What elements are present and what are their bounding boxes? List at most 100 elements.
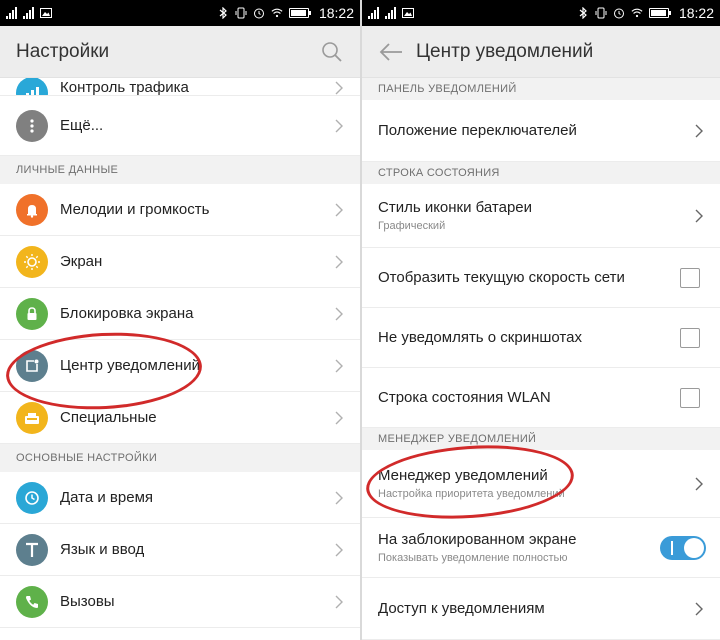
section-header-status-bar: СТРОКА СОСТОЯНИЯ bbox=[362, 162, 720, 184]
list-item-network-speed[interactable]: Отобразить текущую скорость сети bbox=[362, 248, 720, 308]
image-icon bbox=[402, 8, 414, 18]
page-title: Настройки bbox=[16, 40, 110, 62]
battery-icon bbox=[288, 8, 311, 18]
vibrate-icon bbox=[595, 7, 607, 19]
list-item-label: Положение переключателей bbox=[378, 122, 577, 139]
section-header-personal: ЛИЧНЫЕ ДАННЫЕ bbox=[0, 156, 360, 184]
image-icon bbox=[40, 8, 52, 18]
settings-list: Контроль трафика Ещё... ЛИЧНЫЕ ДАННЫЕ Ме… bbox=[0, 78, 360, 628]
list-item-label: Доступ к уведомлениям bbox=[378, 600, 545, 617]
search-icon[interactable] bbox=[320, 40, 344, 64]
list-item-label: Мелодии и громкость bbox=[60, 201, 210, 218]
special-icon bbox=[16, 401, 48, 434]
battery-icon bbox=[648, 8, 671, 18]
chevron-right-icon bbox=[335, 307, 343, 320]
language-icon bbox=[16, 533, 48, 566]
list-item-notification-access[interactable]: Доступ к уведомлениям bbox=[362, 578, 720, 640]
list-item-sublabel: Графический bbox=[378, 220, 446, 232]
chevron-right-icon bbox=[335, 543, 343, 556]
list-item-label: Не уведомлять о скриншотах bbox=[378, 329, 582, 346]
list-item-label: Блокировка экрана bbox=[60, 305, 194, 322]
chevron-right-icon bbox=[695, 602, 703, 615]
notification-icon bbox=[16, 349, 48, 382]
list-item-label: Экран bbox=[60, 253, 103, 270]
app-bar: Настройки bbox=[0, 26, 360, 78]
list-item-label: Дата и время bbox=[60, 489, 154, 506]
list-item-label: Строка состояния WLAN bbox=[378, 389, 551, 406]
clock-time: 18:22 bbox=[678, 5, 714, 21]
list-item-label: Менеджер уведомлений bbox=[378, 467, 548, 484]
notification-center-screen: 18:22 Центр уведомлений ПАНЕЛЬ УВЕДОМЛЕН… bbox=[362, 0, 720, 640]
traffic-icon bbox=[16, 78, 48, 95]
list-item-more[interactable]: Ещё... bbox=[0, 96, 360, 156]
section-header-notification-manager: МЕНЕДЖЕР УВЕДОМЛЕНИЙ bbox=[362, 428, 720, 450]
list-item-toggle-position[interactable]: Положение переключателей bbox=[362, 100, 720, 162]
chevron-right-icon bbox=[695, 209, 703, 222]
lock-screen-toggle[interactable] bbox=[660, 535, 706, 560]
chevron-right-icon bbox=[335, 491, 343, 504]
list-item-display[interactable]: Экран bbox=[0, 236, 360, 288]
list-item-sublabel: Показывать уведомление полностью bbox=[378, 552, 568, 564]
chevron-right-icon bbox=[695, 477, 703, 490]
chevron-right-icon bbox=[335, 359, 343, 372]
signal-icon bbox=[385, 7, 396, 19]
chevron-right-icon bbox=[335, 411, 343, 424]
notification-settings-list: ПАНЕЛЬ УВЕДОМЛЕНИЙ Положение переключате… bbox=[362, 78, 720, 640]
list-item-label: Отобразить текущую скорость сети bbox=[378, 269, 625, 286]
list-item-lock-screen[interactable]: Блокировка экрана bbox=[0, 288, 360, 340]
phone-icon bbox=[16, 585, 48, 618]
wifi-icon bbox=[271, 8, 283, 18]
clock-icon bbox=[16, 481, 48, 514]
signal-icon bbox=[368, 7, 379, 19]
list-item-notification-center[interactable]: Центр уведомлений bbox=[0, 340, 360, 392]
chevron-right-icon bbox=[335, 119, 343, 132]
list-item-battery-style[interactable]: Стиль иконки батареи Графический bbox=[362, 184, 720, 248]
list-item-sounds[interactable]: Мелодии и громкость bbox=[0, 184, 360, 236]
vibrate-icon bbox=[235, 7, 247, 19]
list-item-special[interactable]: Специальные bbox=[0, 392, 360, 444]
list-item-calls[interactable]: Вызовы bbox=[0, 576, 360, 628]
more-icon bbox=[16, 109, 48, 142]
list-item-date-time[interactable]: Дата и время bbox=[0, 472, 360, 524]
page-title: Центр уведомлений bbox=[416, 40, 594, 62]
settings-screen: 18:22 Настройки Контроль трафика Ещё... … bbox=[0, 0, 360, 640]
chevron-right-icon bbox=[695, 124, 703, 137]
chevron-right-icon bbox=[335, 203, 343, 216]
list-item-notification-manager[interactable]: Менеджер уведомлений Настройка приоритет… bbox=[362, 450, 720, 518]
list-item-sublabel: Настройка приоритета уведомлений bbox=[378, 488, 565, 500]
bluetooth-icon bbox=[579, 7, 587, 19]
status-bar: 18:22 bbox=[362, 0, 720, 26]
list-item-traffic-control[interactable]: Контроль трафика bbox=[0, 78, 360, 96]
list-item-label: Вызовы bbox=[60, 593, 115, 610]
bell-icon bbox=[16, 193, 48, 226]
list-item-lock-screen-notifications[interactable]: На заблокированном экране Показывать уве… bbox=[362, 518, 720, 578]
list-item-screenshots[interactable]: Не уведомлять о скриншотах bbox=[362, 308, 720, 368]
list-item-label: Специальные bbox=[60, 409, 157, 426]
list-item-language[interactable]: Язык и ввод bbox=[0, 524, 360, 576]
chevron-right-icon bbox=[335, 595, 343, 608]
network-speed-checkbox[interactable] bbox=[680, 267, 700, 288]
list-item-label: Ещё... bbox=[60, 117, 104, 134]
lock-icon bbox=[16, 297, 48, 330]
list-item-label: На заблокированном экране bbox=[378, 531, 577, 548]
section-header-notification-panel: ПАНЕЛЬ УВЕДОМЛЕНИЙ bbox=[362, 78, 720, 100]
section-header-general: ОСНОВНЫЕ НАСТРОЙКИ bbox=[0, 444, 360, 472]
app-bar: Центр уведомлений bbox=[362, 26, 720, 78]
wlan-status-checkbox[interactable] bbox=[680, 387, 700, 408]
signal-icon bbox=[6, 7, 17, 19]
wifi-icon bbox=[631, 8, 643, 18]
chevron-right-icon bbox=[335, 81, 343, 95]
list-item-label: Контроль трафика bbox=[60, 79, 189, 96]
screenshots-checkbox[interactable] bbox=[680, 327, 700, 348]
list-item-wlan-status[interactable]: Строка состояния WLAN bbox=[362, 368, 720, 428]
list-item-label: Стиль иконки батареи bbox=[378, 199, 533, 216]
status-bar: 18:22 bbox=[0, 0, 360, 26]
list-item-label: Центр уведомлений bbox=[60, 357, 200, 374]
alarm-icon bbox=[613, 8, 624, 19]
clock-time: 18:22 bbox=[318, 5, 354, 21]
bluetooth-icon bbox=[219, 7, 227, 19]
alarm-icon bbox=[253, 8, 264, 19]
signal-icon bbox=[23, 7, 34, 19]
chevron-right-icon bbox=[335, 255, 343, 268]
back-arrow-icon[interactable] bbox=[378, 41, 404, 63]
